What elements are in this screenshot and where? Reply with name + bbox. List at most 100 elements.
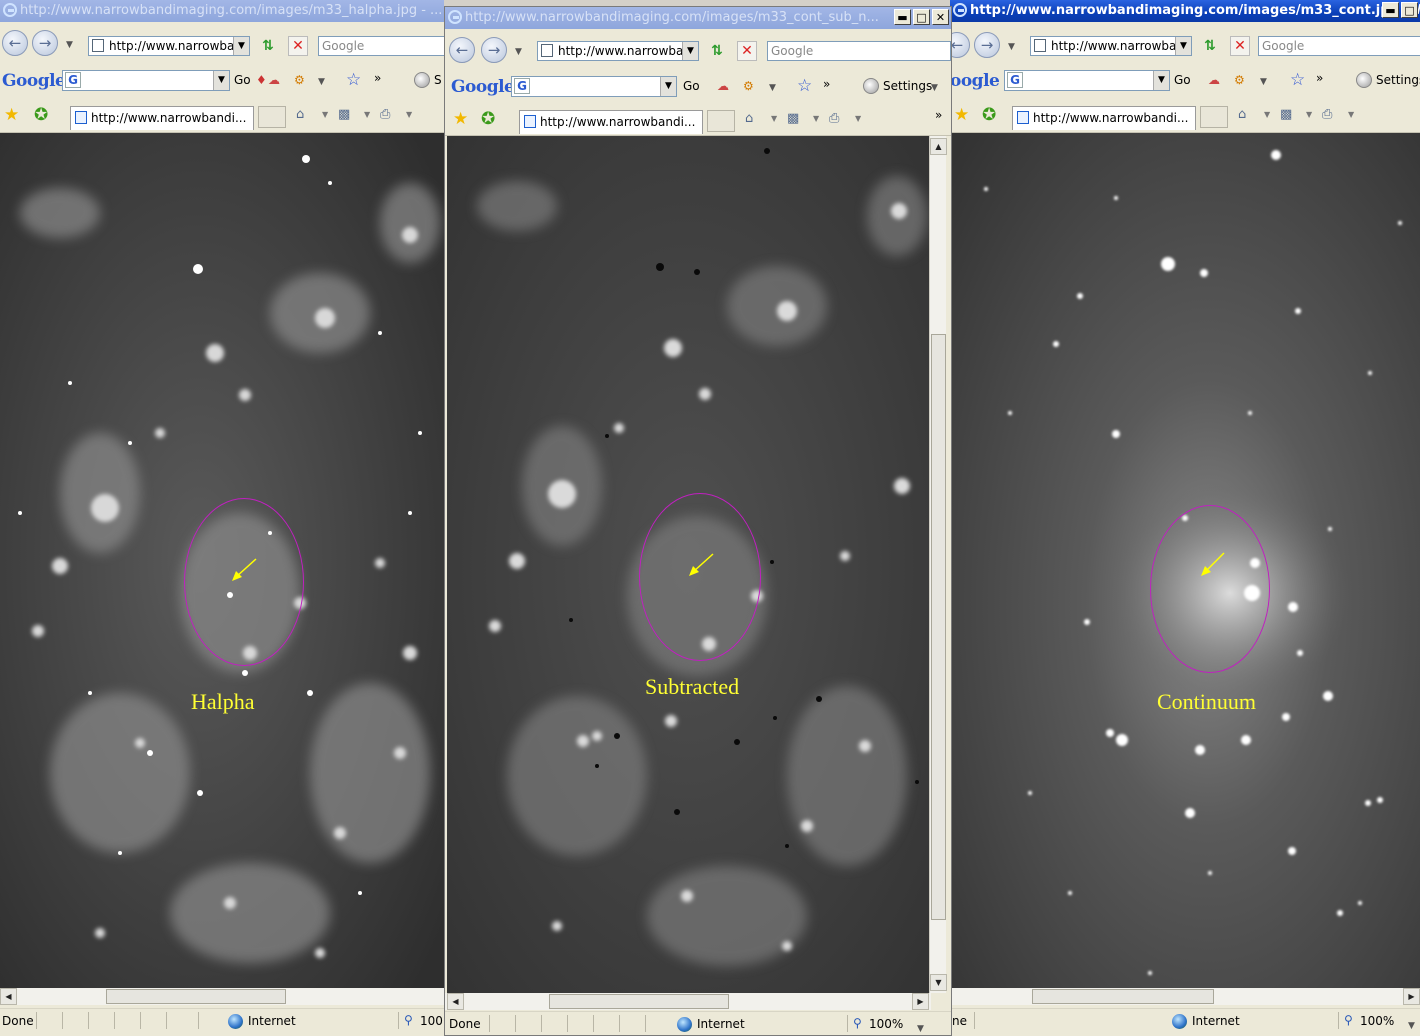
- horizontal-scrollbar[interactable]: ◀ ▶: [445, 993, 931, 1010]
- new-tab-button[interactable]: [258, 106, 286, 128]
- print-dropdown-icon[interactable]: ▼: [855, 109, 861, 129]
- google-dropdown-icon[interactable]: ▼: [213, 71, 229, 90]
- more-chevron-icon[interactable]: »: [374, 68, 381, 88]
- feeds-icon[interactable]: ▩: [787, 109, 799, 129]
- zoom-dropdown-icon[interactable]: ▼: [917, 1018, 924, 1035]
- toolbar-icon-button[interactable]: ♦: [256, 70, 267, 90]
- maximize-icon[interactable]: □: [1401, 2, 1418, 18]
- search-input[interactable]: Google: [767, 41, 951, 61]
- image-viewport[interactable]: Continuum: [950, 133, 1420, 988]
- zoom-label[interactable]: 100%: [1360, 1010, 1394, 1032]
- scroll-left-icon[interactable]: ◀: [0, 988, 17, 1005]
- scroll-right-icon[interactable]: ▶: [1403, 988, 1420, 1005]
- go-button[interactable]: Go: [1174, 70, 1191, 90]
- forward-button[interactable]: →: [481, 37, 507, 63]
- favorites-star-icon[interactable]: ★: [954, 105, 969, 125]
- toolbar-popup-icon[interactable]: ☁: [268, 70, 280, 90]
- search-input[interactable]: Google: [1258, 36, 1420, 56]
- home-dropdown-icon[interactable]: ▼: [322, 105, 328, 125]
- zoom-dropdown-icon[interactable]: ▼: [1408, 1015, 1415, 1036]
- back-button[interactable]: ←: [2, 30, 28, 56]
- toolbar-popup-icon[interactable]: ☁: [1208, 70, 1220, 90]
- refresh-button[interactable]: ⇅: [707, 41, 727, 61]
- google-dropdown-icon[interactable]: ▼: [660, 77, 676, 96]
- forward-button[interactable]: →: [32, 30, 58, 56]
- horizontal-scrollbar[interactable]: ▶: [950, 988, 1420, 1005]
- close-icon[interactable]: ✕: [932, 9, 949, 25]
- dropdown-icon[interactable]: ▼: [1260, 77, 1267, 87]
- address-bar[interactable]: http://www.narrowba ▼: [1030, 36, 1192, 56]
- new-tab-button[interactable]: [1200, 106, 1228, 128]
- new-tab-button[interactable]: [707, 110, 735, 132]
- back-button[interactable]: ←: [449, 37, 475, 63]
- add-favorite-icon[interactable]: ✪: [982, 105, 996, 125]
- forward-button[interactable]: →: [974, 32, 1000, 58]
- vertical-scrollbar[interactable]: ▲ ▼: [929, 136, 947, 993]
- more-chevron-icon[interactable]: »: [1316, 68, 1323, 88]
- add-favorite-icon[interactable]: ✪: [34, 105, 48, 125]
- stop-button[interactable]: ✕: [1230, 36, 1250, 56]
- tab-current[interactable]: http://www.narrowbandi...: [70, 106, 254, 130]
- zoom-label[interactable]: 100: [420, 1010, 443, 1032]
- favorites-star-icon[interactable]: ★: [453, 109, 468, 129]
- settings-dropdown-icon[interactable]: ▼: [931, 83, 938, 93]
- settings-button[interactable]: S: [412, 70, 442, 90]
- google-g-icon[interactable]: G: [514, 78, 530, 94]
- home-icon[interactable]: ⌂: [296, 105, 304, 125]
- address-dropdown-icon[interactable]: ▼: [682, 42, 698, 60]
- refresh-button[interactable]: ⇅: [1200, 36, 1220, 56]
- stop-button[interactable]: ✕: [288, 36, 308, 56]
- title-bar[interactable]: http://www.narrowbandimaging.com/images/…: [0, 0, 444, 22]
- feeds-icon[interactable]: ▩: [338, 105, 350, 125]
- google-search-box[interactable]: G ▼: [511, 76, 677, 97]
- print-icon[interactable]: ⎙: [380, 105, 390, 125]
- go-button[interactable]: Go: [683, 76, 700, 96]
- google-g-icon[interactable]: G: [1007, 72, 1023, 88]
- scroll-thumb[interactable]: [106, 989, 286, 1004]
- zoom-icon[interactable]: ⚲: [404, 1009, 413, 1031]
- browser-window-subtracted[interactable]: http://www.narrowbandimaging.com/images/…: [444, 6, 952, 1036]
- zoom-label[interactable]: 100%: [869, 1013, 903, 1035]
- browser-window-halpha[interactable]: http://www.narrowbandimaging.com/images/…: [0, 0, 444, 1036]
- print-icon[interactable]: ⎙: [829, 109, 839, 129]
- feeds-dropdown-icon[interactable]: ▼: [813, 109, 819, 129]
- scroll-thumb[interactable]: [549, 994, 729, 1009]
- bookmark-star-icon[interactable]: ☆: [346, 70, 361, 90]
- google-dropdown-icon[interactable]: ▼: [1153, 71, 1169, 90]
- dropdown-icon[interactable]: ▼: [769, 83, 776, 93]
- google-logo[interactable]: Google: [451, 76, 515, 98]
- print-icon[interactable]: ⎙: [1322, 105, 1332, 125]
- maximize-icon[interactable]: □: [913, 9, 930, 25]
- home-icon[interactable]: ⌂: [1238, 105, 1246, 125]
- zoom-icon[interactable]: ⚲: [1344, 1009, 1353, 1031]
- search-input[interactable]: Google: [318, 36, 444, 56]
- minimize-icon[interactable]: ▬: [1382, 2, 1399, 18]
- image-viewport[interactable]: Halpha: [0, 133, 444, 988]
- history-dropdown-icon[interactable]: ▼: [1008, 42, 1015, 52]
- settings-button[interactable]: Settings: [1354, 70, 1420, 90]
- home-dropdown-icon[interactable]: ▼: [771, 109, 777, 129]
- horizontal-scrollbar[interactable]: ◀: [0, 988, 444, 1005]
- google-search-box[interactable]: G ▼: [62, 70, 230, 91]
- title-bar[interactable]: http://www.narrowbandimaging.com/images/…: [445, 7, 951, 29]
- scroll-left-icon[interactable]: ◀: [447, 993, 464, 1010]
- go-button[interactable]: Go: [234, 70, 251, 90]
- feeds-icon[interactable]: ▩: [1280, 105, 1292, 125]
- google-search-box[interactable]: G ▼: [1004, 70, 1170, 91]
- address-dropdown-icon[interactable]: ▼: [1175, 37, 1191, 55]
- back-button[interactable]: ←: [950, 32, 970, 58]
- history-dropdown-icon[interactable]: ▼: [66, 40, 73, 50]
- stop-button[interactable]: ✕: [737, 41, 757, 61]
- print-dropdown-icon[interactable]: ▼: [406, 105, 412, 125]
- minimize-icon[interactable]: ▬: [894, 9, 911, 25]
- address-bar[interactable]: http://www.narrowba ▼: [88, 36, 250, 56]
- tab-current[interactable]: http://www.narrowbandi...: [519, 110, 703, 134]
- home-dropdown-icon[interactable]: ▼: [1264, 105, 1270, 125]
- google-logo[interactable]: Google: [2, 70, 66, 92]
- dropdown-icon[interactable]: ▼: [318, 77, 325, 87]
- scroll-thumb[interactable]: [931, 334, 946, 920]
- scroll-right-icon[interactable]: ▶: [912, 993, 929, 1010]
- feeds-dropdown-icon[interactable]: ▼: [364, 105, 370, 125]
- address-bar[interactable]: http://www.narrowba ▼: [537, 41, 699, 61]
- scroll-thumb[interactable]: [1032, 989, 1214, 1004]
